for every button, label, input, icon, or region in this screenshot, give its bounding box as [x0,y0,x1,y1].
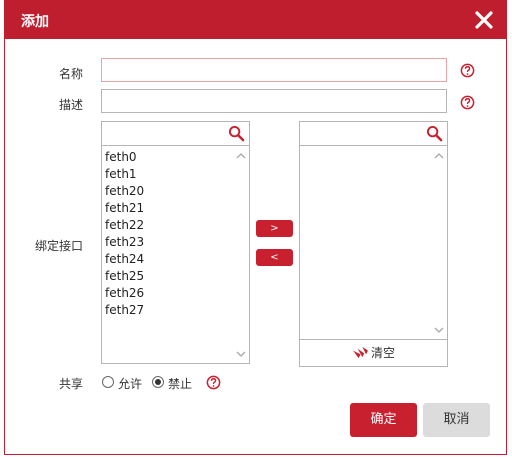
available-search-input[interactable] [102,122,249,146]
selected-interface-list: 清空 [299,121,448,367]
scroll-down-icon[interactable] [434,326,444,334]
selected-scrollbar[interactable] [431,147,447,339]
list-item[interactable]: feth24 [105,251,230,268]
search-icon[interactable] [426,125,443,142]
selected-list-items [300,147,431,339]
confirm-button[interactable]: 确定 [350,403,417,437]
available-list-items: feth0 feth1 feth20 feth21 feth22 feth23 feth24… [102,147,233,363]
list-item[interactable]: feth23 [105,234,230,251]
share-label: 共享 [58,377,83,391]
scroll-up-icon[interactable] [236,152,246,160]
list-item[interactable]: feth0 [105,149,230,166]
dialog-title: 添加 [21,14,49,30]
bind-interface-label: 绑定接口 [34,239,83,253]
list-item[interactable]: feth25 [105,268,230,285]
share-deny-radio[interactable] [152,376,164,388]
list-item[interactable]: feth1 [105,166,230,183]
close-icon[interactable] [474,10,494,30]
cancel-button[interactable]: 取消 [423,403,490,437]
name-input[interactable] [101,58,447,82]
list-item[interactable]: feth21 [105,200,230,217]
share-allow-label[interactable]: 允许 [118,375,142,392]
radio-selected-dot [155,379,161,385]
scroll-down-icon[interactable] [236,350,246,358]
share-deny-label[interactable]: 禁止 [168,375,192,392]
share-allow-radio[interactable] [102,376,114,388]
list-item[interactable]: feth22 [105,217,230,234]
clear-button[interactable]: 清空 [300,339,447,366]
help-icon[interactable] [460,63,475,78]
help-icon[interactable] [460,95,475,110]
available-interface-list: feth0 feth1 feth20 feth21 feth22 feth23 feth24… [101,121,250,364]
move-left-button[interactable]: < [256,249,293,266]
list-item[interactable]: feth27 [105,302,230,319]
desc-label: 描述 [58,98,83,112]
name-label: 名称 [58,67,83,81]
help-icon[interactable] [206,375,221,390]
list-item[interactable]: feth20 [105,183,230,200]
scroll-up-icon[interactable] [434,152,444,160]
dialog-titlebar: 添加 [5,1,506,39]
move-right-button[interactable]: > [256,220,293,237]
clear-label: 清空 [370,346,395,360]
add-dialog: 添加 名称 描述 绑定接口 feth0 feth1 feth20 feth21 feth… [4,0,507,455]
available-scrollbar[interactable] [233,147,249,363]
search-icon[interactable] [228,125,245,142]
list-item[interactable]: feth26 [105,285,230,302]
clear-icon [353,346,368,358]
desc-input[interactable] [101,89,447,113]
selected-search-input[interactable] [300,122,447,146]
